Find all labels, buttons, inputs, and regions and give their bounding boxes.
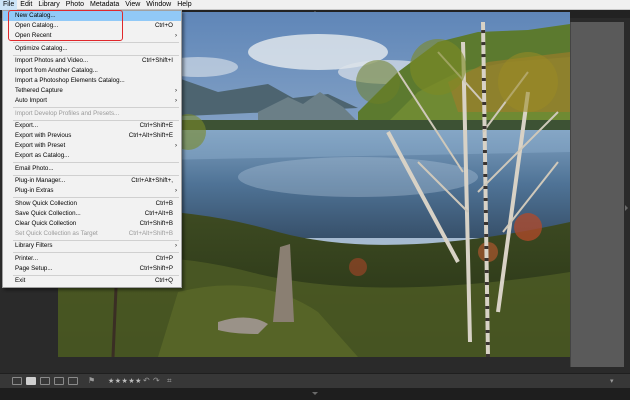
menu-item-label: Import a Photoshop Elements Catalog...	[15, 77, 125, 84]
right-panel-edge	[570, 22, 624, 367]
menu-item-label: Export with Preset	[15, 142, 66, 149]
menu-item-import-develop-profiles-and-presets[interactable]: Import Develop Profiles and Presets...	[3, 109, 181, 119]
menu-item-label: Clear Quick Collection	[15, 219, 77, 227]
menu-item-label: Import Develop Profiles and Presets...	[15, 109, 120, 117]
menu-item-export[interactable]: Export... Ctrl+Shift+E	[3, 121, 181, 131]
menu-file[interactable]: File	[0, 0, 18, 10]
menu-item-auto-import[interactable]: Auto Import ›	[3, 96, 181, 106]
menu-item-label: Plug-in Manager...	[15, 177, 66, 184]
menu-item-shortcut: Ctrl+Alt+B	[144, 209, 173, 217]
menu-item-label: Open Catalog...	[15, 22, 59, 29]
menu-item-open-catalog[interactable]: Open Catalog... Ctrl+O	[3, 21, 181, 31]
menu-item-shortcut: Ctrl+P	[155, 254, 173, 262]
menu-item-label: Set Quick Collection as Target	[15, 229, 98, 237]
menu-bar: File Edit Library Photo Metadata View Window He…	[0, 0, 630, 10]
menu-item-shortcut: Ctrl+O	[154, 22, 173, 29]
menu-item-export-with-previous[interactable]: Export with Previous Ctrl+Alt+Shift+E	[3, 131, 181, 141]
menu-item-exit[interactable]: Exit Ctrl+Q	[3, 276, 181, 286]
loupe-view-button[interactable]	[26, 377, 36, 385]
menu-item-label: Page Setup...	[15, 264, 53, 272]
people-view-button[interactable]	[68, 377, 78, 385]
menu-item-label: Library Filters	[15, 242, 53, 249]
menu-item-shortcut: Ctrl+B	[155, 199, 173, 207]
menu-item-label: New Catalog...	[15, 12, 56, 19]
menu-item-label: Email Photo...	[15, 164, 54, 172]
menu-library[interactable]: Library	[35, 0, 62, 10]
menu-window[interactable]: Window	[143, 0, 174, 10]
menu-item-import-from-another-catalog[interactable]: Import from Another Catalog...	[3, 66, 181, 76]
menu-edit[interactable]: Edit	[17, 0, 35, 10]
menu-metadata[interactable]: Metadata	[87, 0, 122, 10]
menu-item-label: Show Quick Collection	[15, 199, 77, 207]
menu-item-save-quick-collection[interactable]: Save Quick Collection... Ctrl+Alt+B	[3, 209, 181, 219]
menu-photo[interactable]: Photo	[63, 0, 87, 10]
menu-item-import-a-photoshop-elements-catalog[interactable]: Import a Photoshop Elements Catalog...	[3, 76, 181, 86]
flag-icon[interactable]: ⚑	[88, 376, 95, 386]
submenu-chevron-right-icon: ›	[175, 88, 177, 94]
submenu-chevron-right-icon: ›	[175, 188, 177, 194]
menu-item-shortcut: Ctrl+Shift+E	[139, 122, 173, 129]
menu-item-label: Export...	[15, 122, 39, 129]
menu-item-open-recent[interactable]: Open Recent ›	[3, 31, 181, 41]
menu-item-email-photo[interactable]: Email Photo...	[3, 164, 181, 174]
menu-item-label: Optimize Catalog...	[15, 44, 68, 52]
menu-item-shortcut: Ctrl+Shift+B	[139, 219, 173, 227]
menu-view[interactable]: View	[122, 0, 143, 10]
menu-item-shortcut: Ctrl+Q	[154, 277, 173, 284]
grid-view-button[interactable]	[12, 377, 22, 385]
menu-item-import-photos-and-video[interactable]: Import Photos and Video... Ctrl+Shift+I	[3, 56, 181, 66]
menu-item-tethered-capture[interactable]: Tethered Capture ›	[3, 86, 181, 96]
survey-view-button[interactable]	[54, 377, 64, 385]
menu-item-printer[interactable]: Printer... Ctrl+P	[3, 254, 181, 264]
submenu-chevron-right-icon: ›	[175, 243, 177, 249]
collapse-right-panel-icon[interactable]	[625, 205, 628, 211]
menu-item-label: Tethered Capture	[15, 87, 63, 94]
menu-item-label: Import from Another Catalog...	[15, 67, 98, 74]
bottom-toolbar: ⚑ ★★★★★ ↶ ↷ ⌗ ▾	[0, 373, 630, 388]
menu-item-clear-quick-collection[interactable]: Clear Quick Collection Ctrl+Shift+B	[3, 219, 181, 229]
filmstrip-strip[interactable]	[0, 388, 630, 400]
submenu-chevron-right-icon: ›	[175, 143, 177, 149]
menu-item-plug-in-manager[interactable]: Plug-in Manager... Ctrl+Alt+Shift+,	[3, 176, 181, 186]
menu-help[interactable]: Help	[174, 0, 194, 10]
menu-item-page-setup[interactable]: Page Setup... Ctrl+Shift+P	[3, 264, 181, 274]
menu-item-label: Exit	[15, 277, 26, 284]
menu-item-label: Export with Previous	[15, 132, 72, 139]
menu-item-shortcut: Ctrl+Shift+I	[142, 57, 173, 64]
menu-item-new-catalog[interactable]: New Catalog...	[3, 11, 181, 21]
compare-view-button[interactable]	[40, 377, 50, 385]
menu-item-export-as-catalog[interactable]: Export as Catalog...	[3, 151, 181, 161]
menu-item-set-quick-collection-as-target[interactable]: Set Quick Collection as Target Ctrl+Alt+S…	[3, 229, 181, 239]
menu-item-label: Export as Catalog...	[15, 152, 70, 159]
menu-item-shortcut: Ctrl+Shift+P	[139, 264, 173, 272]
collapse-filmstrip-icon[interactable]	[312, 392, 318, 395]
menu-item-label: Import Photos and Video...	[15, 57, 89, 64]
menu-item-label: Open Recent	[15, 32, 52, 39]
menu-item-plug-in-extras[interactable]: Plug-in Extras ›	[3, 186, 181, 196]
crop-icon[interactable]: ⌗	[167, 376, 172, 386]
menu-item-shortcut: Ctrl+Alt+Shift+,	[131, 177, 173, 184]
rotate-right-icon[interactable]: ↷	[153, 376, 160, 386]
menu-item-label: Printer...	[15, 254, 39, 262]
menu-item-label: Save Quick Collection...	[15, 209, 81, 217]
submenu-chevron-right-icon: ›	[175, 33, 177, 39]
menu-item-optimize-catalog[interactable]: Optimize Catalog...	[3, 44, 181, 54]
star-rating[interactable]: ★★★★★	[108, 377, 142, 386]
menu-item-shortcut: Ctrl+Alt+Shift+B	[128, 229, 173, 237]
menu-item-export-with-preset[interactable]: Export with Preset ›	[3, 141, 181, 151]
menu-item-label: Plug-in Extras	[15, 187, 54, 194]
menu-item-shortcut: Ctrl+Alt+Shift+E	[128, 132, 173, 139]
file-menu-dropdown: New Catalog... Open Catalog... Ctrl+O Open …	[2, 10, 182, 288]
menu-item-show-quick-collection[interactable]: Show Quick Collection Ctrl+B	[3, 199, 181, 209]
toolbar-content-chevron-down-icon[interactable]: ▾	[610, 377, 614, 386]
submenu-chevron-right-icon: ›	[175, 98, 177, 104]
menu-item-label: Auto Import	[15, 97, 47, 104]
menu-item-library-filters[interactable]: Library Filters ›	[3, 241, 181, 251]
rotate-left-icon[interactable]: ↶	[143, 376, 150, 386]
